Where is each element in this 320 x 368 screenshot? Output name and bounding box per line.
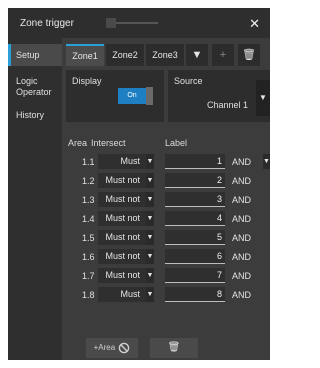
intersect-select[interactable]: Must not bbox=[98, 211, 146, 226]
display-toggle[interactable]: On bbox=[118, 88, 146, 104]
table-row: 1.6 Must not ▼ 6 AND bbox=[62, 249, 270, 264]
source-value: Channel 1 bbox=[206, 100, 248, 110]
intersect-select[interactable]: Must not bbox=[98, 173, 146, 188]
display-box: Display On bbox=[66, 70, 164, 122]
tab-zone1[interactable]: Zone1 bbox=[66, 44, 104, 66]
area-number: 1.4 bbox=[82, 214, 95, 224]
table-row: 1.3 Must not ▼ 3 AND bbox=[62, 192, 270, 207]
chevron-down-icon[interactable]: ▼ bbox=[146, 192, 154, 207]
table-row: 1.5 Must not ▼ 5 AND bbox=[62, 230, 270, 245]
logic-operator: AND bbox=[232, 214, 252, 224]
sidebar-item-label: Setup bbox=[16, 50, 40, 60]
chevron-down-icon[interactable]: ▼ bbox=[256, 80, 270, 116]
intersect-select[interactable]: Must bbox=[98, 287, 146, 302]
logic-operator: AND bbox=[232, 176, 252, 186]
sidebar-item-label: History bbox=[16, 110, 45, 120]
label-input[interactable]: 1 bbox=[165, 154, 225, 169]
area-number: 1.5 bbox=[82, 233, 95, 243]
area-number: 1.8 bbox=[82, 290, 95, 300]
chevron-down-icon[interactable]: ▼ bbox=[146, 287, 154, 302]
title-bar[interactable]: Zone trigger ✕ bbox=[8, 8, 270, 38]
label-input[interactable]: 7 bbox=[165, 268, 225, 283]
source-select[interactable]: Channel 1 ▼ bbox=[168, 80, 270, 116]
toggle-knob bbox=[146, 87, 153, 105]
prohibited-icon bbox=[119, 342, 130, 354]
chevron-down-icon[interactable]: ▼ bbox=[263, 154, 270, 169]
display-label: Display bbox=[72, 76, 102, 86]
close-icon[interactable]: ✕ bbox=[249, 16, 260, 32]
sidebar-item-history[interactable]: History bbox=[8, 110, 62, 121]
sidebar-item-setup[interactable]: Setup bbox=[8, 44, 62, 66]
intersect-select[interactable]: Must not bbox=[98, 230, 146, 245]
chevron-down-icon[interactable]: ▼ bbox=[146, 230, 154, 245]
intersect-header: Intersect bbox=[91, 138, 126, 148]
table-row: 1.2 Must not ▼ 2 AND bbox=[62, 173, 270, 188]
logic-operator: AND bbox=[232, 252, 252, 262]
zone-tabs: Zone1 Zone2 Zone3 ▼ + 🗑 bbox=[66, 44, 270, 66]
logic-operator: AND bbox=[232, 195, 252, 205]
sidebar: Setup Logic Operator History bbox=[8, 38, 62, 360]
tab-zone2[interactable]: Zone2 bbox=[106, 44, 144, 66]
area-header: Area bbox=[68, 138, 88, 148]
logic-operator[interactable]: AND bbox=[232, 157, 251, 167]
logic-operator: AND bbox=[232, 290, 252, 300]
logic-operator: AND bbox=[232, 271, 252, 281]
tab-zone3[interactable]: Zone3 bbox=[146, 44, 184, 66]
add-area-button[interactable]: +Area bbox=[86, 338, 138, 358]
add-area-label: +Area bbox=[93, 343, 116, 352]
chevron-down-icon[interactable]: ▼ bbox=[146, 173, 154, 188]
table-row: 1.4 Must not ▼ 4 AND bbox=[62, 211, 270, 226]
area-number: 1.6 bbox=[82, 252, 95, 262]
zone-list-dropdown-icon[interactable]: ▼ bbox=[186, 44, 208, 66]
delete-zone-icon[interactable]: 🗑 bbox=[238, 44, 260, 66]
label-input[interactable]: 3 bbox=[165, 192, 225, 207]
label-header: Label bbox=[165, 138, 188, 148]
label-input[interactable]: 8 bbox=[165, 287, 225, 302]
drag-track bbox=[110, 22, 158, 24]
zone-trigger-dialog: Zone trigger ✕ Setup Logic Operator Hist… bbox=[8, 8, 270, 360]
intersect-select[interactable]: Must not bbox=[98, 249, 146, 264]
intersect-select[interactable]: Must not bbox=[98, 192, 146, 207]
label-input[interactable]: 6 bbox=[165, 249, 225, 264]
area-number: 1.3 bbox=[82, 195, 95, 205]
add-zone-icon[interactable]: + bbox=[212, 44, 234, 66]
area-number: 1.1 bbox=[82, 157, 95, 167]
sidebar-item-logic-operator[interactable]: Logic Operator bbox=[8, 76, 58, 98]
chevron-down-icon[interactable]: ▼ bbox=[146, 249, 154, 264]
dialog-title: Zone trigger bbox=[20, 18, 74, 29]
label-input[interactable]: 5 bbox=[165, 230, 225, 245]
table-row: 1.1 Must ▼ 1 AND ▼ bbox=[62, 154, 270, 169]
sidebar-item-label: Logic Operator bbox=[16, 76, 52, 97]
logic-operator: AND bbox=[232, 233, 252, 243]
source-box: Source Channel 1 ▼ bbox=[168, 70, 270, 122]
chevron-down-icon[interactable]: ▼ bbox=[146, 268, 154, 283]
delete-area-icon[interactable]: 🗑 bbox=[150, 338, 198, 358]
setup-panel: Zone1 Zone2 Zone3 ▼ + 🗑 Display On Sourc… bbox=[62, 38, 270, 360]
area-number: 1.2 bbox=[82, 176, 95, 186]
table-row: 1.7 Must not ▼ 7 AND bbox=[62, 268, 270, 283]
label-input[interactable]: 4 bbox=[165, 211, 225, 226]
area-number: 1.7 bbox=[82, 271, 95, 281]
label-input[interactable]: 2 bbox=[165, 173, 225, 188]
chevron-down-icon[interactable]: ▼ bbox=[146, 211, 154, 226]
chevron-down-icon[interactable]: ▼ bbox=[146, 154, 154, 169]
table-row: 1.8 Must ▼ 8 AND bbox=[62, 287, 270, 302]
drag-handle[interactable] bbox=[106, 18, 116, 28]
intersect-select[interactable]: Must bbox=[98, 154, 146, 169]
intersect-select[interactable]: Must not bbox=[98, 268, 146, 283]
